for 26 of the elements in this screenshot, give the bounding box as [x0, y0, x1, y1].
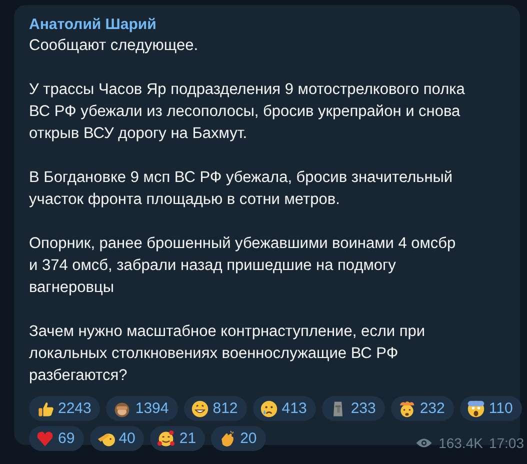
reaction-button[interactable]: 20	[211, 426, 266, 451]
message-text: В Богдановке 9 мсп ВС РФ убежала, бросив значительный участок фронта площадью в сотни метров.	[29, 168, 454, 210]
thumbs-up-icon	[36, 400, 54, 418]
message-text: У трассы Часов Яр подразделения 9 мотострелкового полка ВС РФ убежали из лесополосы, бросив укрепрайон и снова открыв ВСУ дорогу на Бахмут.	[29, 80, 466, 144]
reaction-button[interactable]: 40	[90, 426, 144, 451]
message-text: Сообщают следующее.	[29, 36, 199, 56]
reaction-button[interactable]: 21	[150, 426, 206, 451]
reaction-button[interactable]: 1394	[106, 396, 178, 421]
author-name[interactable]: Анатолий Шарий	[29, 15, 508, 35]
reaction-button[interactable]: 110	[460, 396, 522, 421]
reaction-button[interactable]: 812	[184, 396, 247, 421]
reaction-button[interactable]: 233	[322, 396, 385, 421]
heart-icon	[36, 430, 54, 448]
message-text: Опорник, ранее брошенный убежавшими воинами 4 омсбр и 374 омсб, забрали назад пришедшие на подмогу вагнеровцы	[29, 234, 457, 298]
view-count: 163.4K	[438, 435, 483, 451]
reaction-button[interactable]: 2243	[29, 396, 100, 421]
message-time: 17:03	[488, 435, 524, 451]
reaction-button[interactable]: 232	[390, 396, 454, 421]
crying-face-icon	[260, 400, 278, 418]
reaction-button[interactable]: 413	[252, 396, 316, 421]
message-text: Зачем нужно масштабное контрнаступление, если при локальных столкновениях военнослужащие ВС РФ разбегаются?	[29, 322, 426, 386]
smiling-face-hearts-icon	[157, 430, 176, 448]
exploding-head-icon	[398, 400, 416, 418]
grinning-face-icon	[190, 400, 209, 418]
reaction-button[interactable]: 69	[29, 426, 84, 451]
screaming-face-icon	[466, 400, 485, 418]
